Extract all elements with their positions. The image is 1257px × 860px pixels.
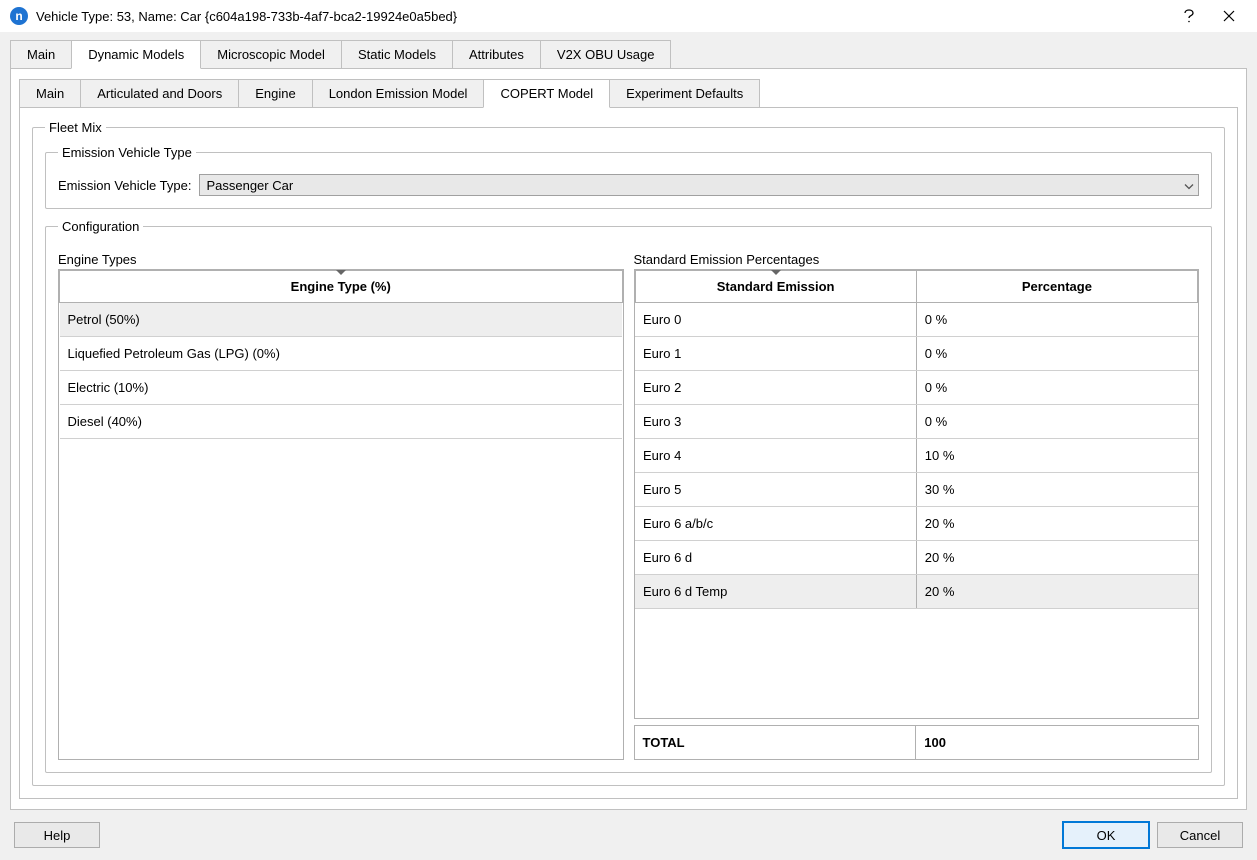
std-emission-header[interactable]: Standard Emission (635, 271, 916, 303)
app-icon: n (10, 7, 28, 25)
emission-row[interactable]: Euro 6 d20 % (635, 541, 1198, 575)
tab-main[interactable]: Main (10, 40, 72, 68)
tab-v2x-obu-usage[interactable]: V2X OBU Usage (540, 40, 672, 68)
emission-row[interactable]: Euro 6 a/b/c20 % (635, 507, 1198, 541)
emission-row[interactable]: Euro 00 % (635, 303, 1198, 337)
subtab-copert-model[interactable]: COPERT Model (483, 79, 610, 108)
evt-dropdown-value: Passenger Car (206, 178, 293, 193)
help-button[interactable]: Help (14, 822, 100, 848)
percentage-header[interactable]: Percentage (916, 271, 1197, 303)
total-label: TOTAL (635, 726, 917, 759)
tab-dynamic-models[interactable]: Dynamic Models (71, 40, 201, 69)
fleet-mix-legend: Fleet Mix (45, 120, 106, 135)
button-bar: Help OK Cancel (0, 810, 1257, 860)
emission-row[interactable]: Euro 530 % (635, 473, 1198, 507)
close-icon[interactable] (1209, 2, 1249, 30)
emission-row[interactable]: Euro 30 % (635, 405, 1198, 439)
total-row: TOTAL 100 (634, 725, 1200, 760)
chevron-down-icon (1184, 178, 1194, 193)
standard-emission-label: Standard Emission Percentages (634, 252, 1200, 267)
configuration-legend: Configuration (58, 219, 143, 234)
emission-row[interactable]: Euro 10 % (635, 337, 1198, 371)
sub-tabs: MainArticulated and DoorsEngineLondon Em… (19, 79, 1238, 107)
emission-row[interactable]: Euro 410 % (635, 439, 1198, 473)
main-tabs: MainDynamic ModelsMicroscopic ModelStati… (10, 40, 1247, 68)
subtab-engine[interactable]: Engine (238, 79, 312, 107)
subtab-main[interactable]: Main (19, 79, 81, 107)
help-icon[interactable] (1169, 2, 1209, 30)
subtab-articulated-and-doors[interactable]: Articulated and Doors (80, 79, 239, 107)
engine-type-row[interactable]: Liquefied Petroleum Gas (LPG) (0%) (60, 337, 623, 371)
ok-button[interactable]: OK (1063, 822, 1149, 848)
cancel-button[interactable]: Cancel (1157, 822, 1243, 848)
tab-microscopic-model[interactable]: Microscopic Model (200, 40, 342, 68)
engine-type-header[interactable]: Engine Type (%) (60, 271, 623, 303)
emission-vehicle-type-group: Emission Vehicle Type Emission Vehicle T… (45, 145, 1212, 209)
evt-dropdown[interactable]: Passenger Car (199, 174, 1199, 196)
engine-type-row[interactable]: Petrol (50%) (60, 303, 623, 337)
tab-attributes[interactable]: Attributes (452, 40, 541, 68)
fleet-mix-group: Fleet Mix Emission Vehicle Type Emission… (32, 120, 1225, 786)
titlebar: n Vehicle Type: 53, Name: Car {c604a198-… (0, 0, 1257, 32)
engine-types-label: Engine Types (58, 252, 624, 267)
standard-emission-table[interactable]: Standard Emission Percentage Euro 00 %Eu… (634, 269, 1200, 719)
emission-row[interactable]: Euro 20 % (635, 371, 1198, 405)
window-title: Vehicle Type: 53, Name: Car {c604a198-73… (36, 9, 1169, 24)
subtab-london-emission-model[interactable]: London Emission Model (312, 79, 485, 107)
engine-type-row[interactable]: Diesel (40%) (60, 405, 623, 439)
tab-static-models[interactable]: Static Models (341, 40, 453, 68)
sort-caret-icon (336, 270, 346, 275)
total-value: 100 (916, 726, 1198, 759)
sort-caret-icon (771, 270, 781, 275)
engine-types-table[interactable]: Engine Type (%) Petrol (50%)Liquefied Pe… (58, 269, 624, 760)
configuration-group: Configuration Engine Types Engine Type (… (45, 219, 1212, 773)
subtab-experiment-defaults[interactable]: Experiment Defaults (609, 79, 760, 107)
evt-legend: Emission Vehicle Type (58, 145, 196, 160)
emission-row[interactable]: Euro 6 d Temp20 % (635, 575, 1198, 609)
evt-label: Emission Vehicle Type: (58, 178, 191, 193)
engine-type-row[interactable]: Electric (10%) (60, 371, 623, 405)
